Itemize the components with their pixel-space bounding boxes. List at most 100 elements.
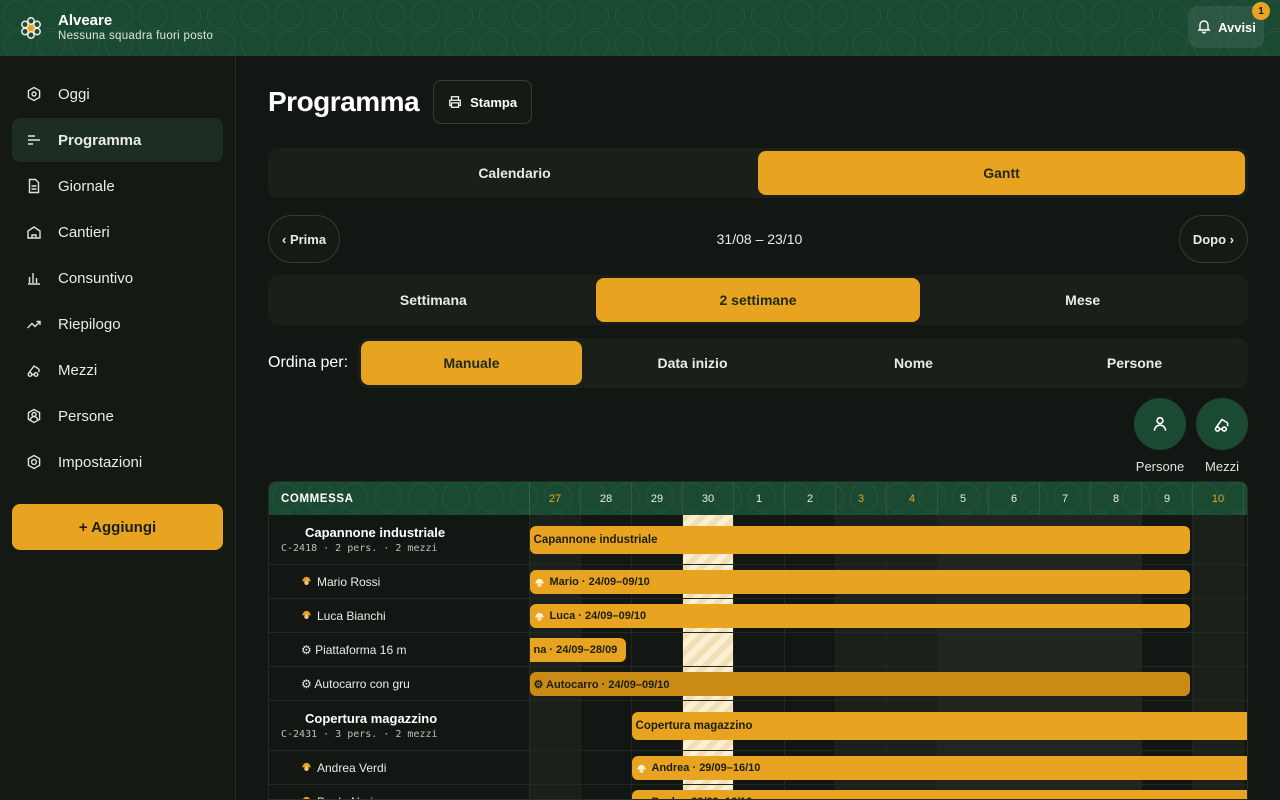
- sidebar-item-mezzi[interactable]: Mezzi: [12, 348, 223, 392]
- timeline-icon: [28, 135, 40, 145]
- bar-label: Andrea · 29/09–16/10: [651, 762, 761, 774]
- day-column: [734, 633, 785, 666]
- person-bar[interactable]: Mario · 24/09–09/10: [529, 570, 1190, 594]
- gantt-machine-row[interactable]: ⚙ Piattaforma 16 m na · 24/09–28/09: [269, 633, 1247, 667]
- day-column: [632, 633, 683, 666]
- sidebar-item-consuntivo[interactable]: Consuntivo: [12, 256, 223, 300]
- row-name: Paolo Neri: [317, 795, 373, 800]
- day-column: [1192, 667, 1244, 700]
- sidebar-item-label: Riepilogo: [58, 315, 121, 333]
- gantt-person-row[interactable]: Andrea Verdi Andrea · 29/09–16/10: [269, 751, 1247, 785]
- tab-gantt[interactable]: Gantt: [758, 151, 1245, 195]
- app-subtitle: Nessuna squadra fuori posto: [58, 30, 214, 43]
- gantt-person-row[interactable]: Mario Rossi Mario · 24/09–09/10: [269, 565, 1247, 599]
- sidebar-item-cantieri[interactable]: Cantieri: [12, 210, 223, 254]
- alerts-button[interactable]: Avvisi 1: [1188, 2, 1270, 48]
- settings-icon: [27, 454, 41, 470]
- bar-chart-icon: [28, 273, 40, 285]
- span-settimana[interactable]: Settimana: [271, 278, 596, 322]
- worker-icon: [301, 575, 317, 589]
- span-2-settimane[interactable]: 2 settimane: [595, 278, 921, 322]
- gantt-body: Capannone industriale C-2418 · 2 pers. · …: [269, 515, 1247, 800]
- gantt-person-row[interactable]: Luca Bianchi Luca · 24/09–09/10: [269, 599, 1247, 633]
- sidebar-item-persone[interactable]: Persone: [12, 394, 223, 438]
- person-bar[interactable]: Luca · 24/09–09/10: [529, 604, 1190, 628]
- sidebar-item-impostazioni[interactable]: Impostazioni: [12, 440, 223, 484]
- day-column: [529, 785, 581, 799]
- day-header: 29: [632, 482, 683, 515]
- day-column: [886, 633, 938, 666]
- day-column: [529, 751, 581, 784]
- gantt-timeline: Andrea · 29/09–16/10: [529, 751, 1247, 784]
- sidebar-item-oggi[interactable]: Oggi: [12, 72, 223, 116]
- hexagon-icon: [27, 86, 41, 102]
- day-column: [785, 633, 836, 666]
- gantt-machine-row[interactable]: ⚙ Autocarro con gru ⚙ Autocarro · 24/09–0…: [269, 667, 1247, 701]
- bar-label: Mario · 24/09–09/10: [549, 576, 650, 588]
- toggle-persone-button[interactable]: [1134, 398, 1186, 450]
- worker-icon: [639, 798, 643, 799]
- gantt-job-row[interactable]: Capannone industriale C-2418 · 2 pers. · …: [269, 515, 1247, 565]
- machine-bar[interactable]: ⚙ Autocarro · 24/09–09/10: [529, 672, 1190, 696]
- alerts-label: Avvisi: [1218, 19, 1256, 35]
- person-bar[interactable]: Paolo · 29/09–16/10: [631, 790, 1247, 799]
- gantt-timeline: Luca · 24/09–09/10: [529, 599, 1247, 632]
- worker-icon: [301, 795, 317, 799]
- sidebar-item-giornale[interactable]: Giornale: [12, 164, 223, 208]
- bar-label: Paolo · 29/09–16/10: [652, 796, 753, 799]
- sort-label: Ordina per:: [268, 354, 349, 371]
- job-meta: C-2418 · 2 pers. · 2 mezzi: [281, 543, 438, 554]
- job-title: Capannone industriale: [305, 525, 446, 540]
- job-label: Capannone industriale C-2418 · 2 pers. · …: [269, 515, 530, 564]
- job-bar[interactable]: Capannone industriale: [529, 526, 1190, 554]
- sort-nome[interactable]: Nome: [803, 341, 1024, 385]
- print-button[interactable]: Stampa: [433, 80, 533, 124]
- person-label: Andrea Verdi: [269, 751, 530, 784]
- span-switcher: Settimana 2 settimane Mese: [268, 275, 1248, 325]
- day-header: 6: [989, 482, 1040, 515]
- day-header: 30: [683, 482, 734, 515]
- sidebar-item-riepilogo[interactable]: Riepilogo: [12, 302, 223, 346]
- prev-period-button[interactable]: ‹ Prima: [268, 215, 341, 263]
- job-title: Copertura magazzino: [305, 711, 438, 726]
- honeycomb-logo-icon: [18, 15, 44, 41]
- toggle-mezzi-button[interactable]: [1196, 398, 1248, 450]
- sort-manuale[interactable]: Manuale: [361, 341, 582, 385]
- machine-label: ⚙ Piattaforma 16 m: [269, 633, 530, 666]
- main-content: Programma Stampa Calendario Gantt ‹ Prim…: [268, 56, 1248, 474]
- sidebar-item-programma[interactable]: Programma: [12, 118, 223, 162]
- gantt-job-row[interactable]: Copertura magazzino C-2431 · 3 pers. · 2 …: [269, 701, 1247, 751]
- bell-icon: [1196, 18, 1212, 37]
- job-meta: C-2431 · 3 pers. · 2 mezzi: [281, 729, 438, 740]
- row-name: Mario Rossi: [317, 574, 381, 589]
- sort-data-inizio[interactable]: Data inizio: [582, 341, 803, 385]
- view-switcher: Calendario Gantt: [268, 148, 1248, 198]
- date-range: 31/08 – 23/10: [716, 231, 803, 247]
- sidebar-item-label: Persone: [58, 407, 114, 425]
- next-period-button[interactable]: Dopo ›: [1178, 215, 1248, 263]
- person-label: Luca Bianchi: [269, 599, 530, 632]
- row-name: ⚙ Piattaforma 16 m: [301, 642, 407, 657]
- day-column: [581, 751, 632, 784]
- tab-calendario[interactable]: Calendario: [271, 151, 758, 195]
- sidebar-item-label: Mezzi: [58, 361, 98, 379]
- bar-label: Capannone industriale: [533, 534, 658, 546]
- person-bar[interactable]: Andrea · 29/09–16/10: [631, 756, 1247, 780]
- add-button[interactable]: + Aggiungi: [12, 504, 223, 550]
- span-mese[interactable]: Mese: [920, 278, 1245, 322]
- sort-persone[interactable]: Persone: [1024, 341, 1245, 385]
- bar-label: Luca · 24/09–09/10: [549, 610, 647, 622]
- person-label: Paolo Neri: [269, 785, 530, 800]
- sidebar-item-label: Cantieri: [58, 223, 110, 241]
- person-icon: [27, 408, 41, 424]
- alerts-count-badge: 1: [1252, 2, 1270, 20]
- job-bar[interactable]: Copertura magazzino: [631, 712, 1247, 740]
- gantt-person-row[interactable]: Paolo Neri Paolo · 29/09–16/10: [269, 785, 1247, 800]
- printer-icon: [449, 96, 461, 108]
- day-column: [1192, 515, 1244, 564]
- day-header: 27: [530, 482, 581, 515]
- sidebar-item-label: Impostazioni: [58, 453, 143, 471]
- worker-icon: [301, 761, 317, 775]
- machine-bar[interactable]: na · 24/09–28/09: [529, 638, 627, 662]
- sidebar: Oggi Programma Giornale Cantieri Consunt…: [0, 56, 236, 800]
